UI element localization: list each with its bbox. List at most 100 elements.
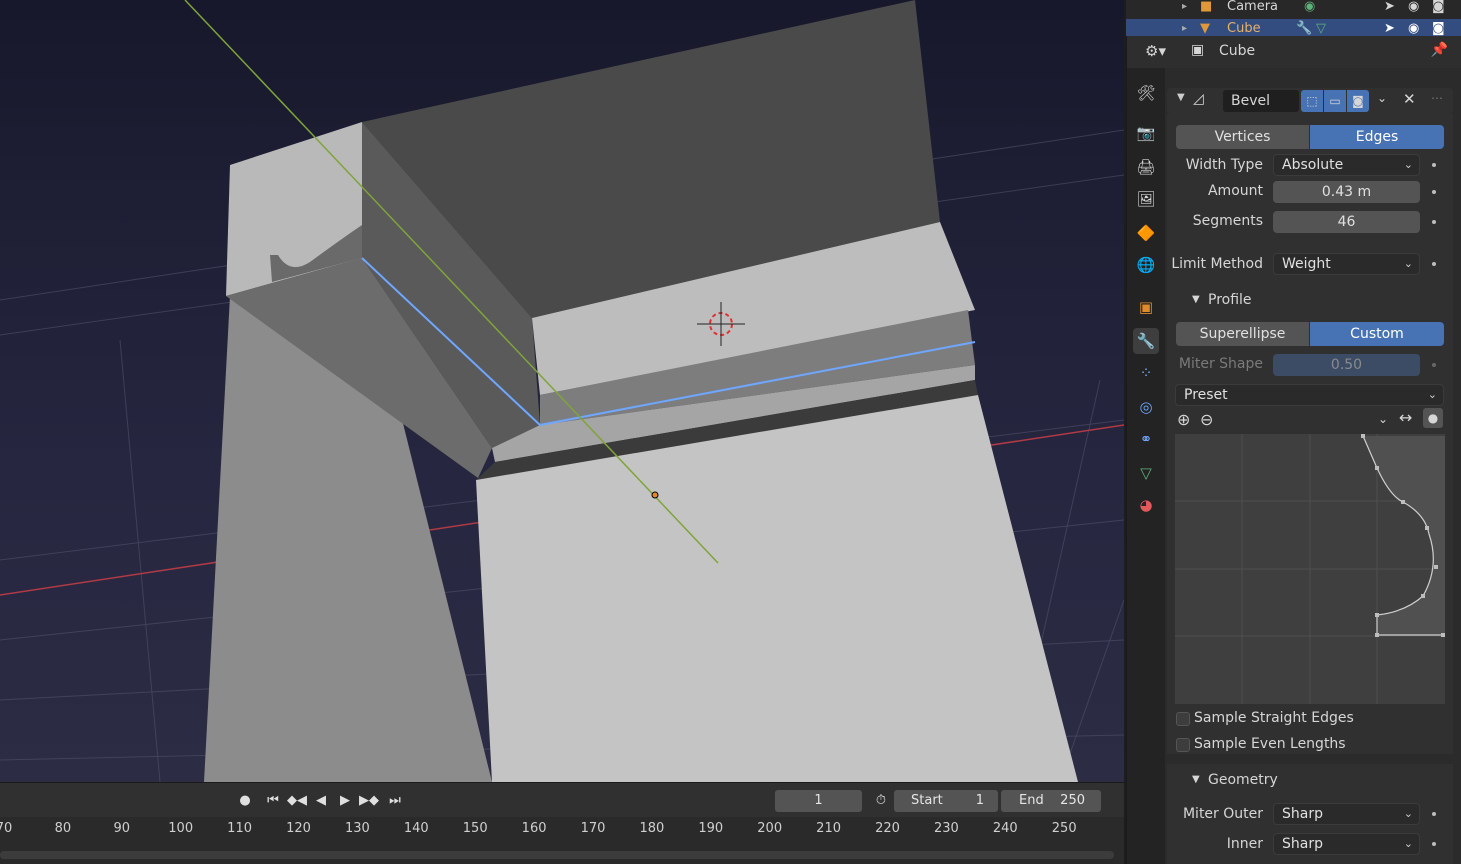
render-tab-icon[interactable]: 📷: [1133, 120, 1159, 146]
prev-keyframe-icon[interactable]: ◆◀: [286, 791, 308, 811]
dropdown-chevron-icon[interactable]: ⌄: [1377, 91, 1387, 105]
preset-dropdown[interactable]: Preset ⌄: [1175, 384, 1444, 406]
ruler-tick-label: 200: [757, 821, 783, 836]
start-label: Start: [911, 793, 943, 808]
amount-label: Amount: [1207, 183, 1263, 199]
properties-header: ⚙▾ ▣ Cube 📌: [1127, 36, 1461, 68]
editor-type-icon[interactable]: ⚙▾: [1145, 42, 1166, 60]
modifier-tab-icon[interactable]: 🔧: [1133, 328, 1159, 354]
width-type-dropdown[interactable]: Absolute ⌄: [1273, 154, 1420, 176]
particles-tab-icon[interactable]: ⁘: [1133, 360, 1159, 386]
profile-header[interactable]: Profile: [1208, 292, 1252, 308]
collapse-arrow-icon[interactable]: ▼: [1192, 294, 1200, 305]
affect-edges-button[interactable]: Edges: [1310, 125, 1444, 149]
chevron-down-icon: ⌄: [1403, 158, 1413, 171]
chevron-down-icon: ⌄: [1403, 807, 1413, 820]
miter-shape-field[interactable]: 0.50: [1273, 354, 1420, 376]
physics-tab-icon[interactable]: ◎: [1133, 394, 1159, 420]
segments-field[interactable]: 46: [1273, 211, 1420, 233]
record-icon[interactable]: ●: [234, 791, 256, 811]
sample-straight-edges-checkbox[interactable]: [1176, 712, 1190, 726]
modifier-name-field[interactable]: Bevel: [1223, 90, 1299, 112]
collapse-arrow-icon[interactable]: ▼: [1177, 92, 1185, 103]
object-name: Cube: [1219, 43, 1256, 59]
current-frame-field[interactable]: 1: [775, 790, 862, 812]
scene-tab-icon[interactable]: 🔶: [1133, 220, 1159, 246]
keyframe-dot[interactable]: [1432, 262, 1436, 266]
geometry-header[interactable]: Geometry: [1208, 772, 1278, 788]
ruler-tick-label: 120: [286, 821, 311, 836]
keyframe-dot[interactable]: [1432, 363, 1436, 367]
chevron-down-icon[interactable]: ⌄: [1378, 412, 1388, 426]
zoom-in-icon[interactable]: ⊕: [1177, 410, 1190, 429]
timeline-editor[interactable]: ● ⏮ ◆◀ ◀ ▶ ▶◆ ⏭ 1 ⏱ Start 1 End 250 70 80…: [0, 782, 1124, 864]
render-toggle-icon[interactable]: ◙: [1347, 90, 1369, 112]
edit-mode-toggle-icon[interactable]: ⬚: [1301, 90, 1323, 112]
ruler-tick-label: 110: [227, 821, 253, 836]
play-reverse-icon[interactable]: ◀: [310, 791, 332, 811]
play-icon[interactable]: ▶: [334, 791, 356, 811]
object-icon: ▣: [1191, 42, 1205, 58]
limit-method-dropdown[interactable]: Weight ⌄: [1273, 253, 1420, 275]
view-layer-tab-icon[interactable]: 🖼: [1133, 186, 1159, 212]
expand-arrow-icon[interactable]: ▸: [1182, 0, 1187, 17]
ruler-tick-label: 230: [933, 821, 959, 836]
amount-field[interactable]: 0.43 m: [1273, 181, 1420, 203]
world-tab-icon[interactable]: 🌐: [1133, 252, 1159, 278]
pin-icon[interactable]: 📌: [1431, 42, 1448, 58]
ruler-tick-label: 170: [580, 821, 606, 836]
object-tab-icon[interactable]: ▣: [1133, 294, 1159, 320]
close-icon[interactable]: ✕: [1403, 90, 1416, 108]
handle-type-icon[interactable]: ●: [1423, 408, 1443, 428]
jump-end-icon[interactable]: ⏭: [384, 791, 406, 811]
properties-editor[interactable]: ⚙▾ ▣ Cube 📌 🛠 📷 🖨 🖼 🔶 🌐 ▣ 🔧 ⁘ ◎ ⚭ ▽ ◕ ▼ …: [1126, 36, 1461, 864]
keyframe-dot[interactable]: [1432, 163, 1436, 167]
modifier-panel: ▼ ◿ Bevel ⬚ ▭ ◙ ⌄ ✕ ⋯ Vertices Edges Wid…: [1167, 68, 1461, 864]
sample-even-lengths-label: Sample Even Lengths: [1194, 736, 1346, 752]
start-frame-field[interactable]: Start 1: [894, 790, 998, 812]
chevron-down-icon: ⌄: [1427, 388, 1437, 401]
3d-viewport[interactable]: [0, 0, 1124, 782]
camera-data-icon: ◉: [1304, 0, 1316, 14]
profile-curve-widget[interactable]: [1175, 434, 1445, 704]
output-tab-icon[interactable]: 🖨: [1133, 154, 1159, 180]
outliner[interactable]: ▸ ■ Camera ◉ ➤ ◉ ◙ ▸ ▼ Cube 🔧 ▽ ➤ ◉ ◙: [1126, 0, 1461, 39]
timeline-scrollbar[interactable]: [0, 851, 1114, 859]
end-frame-field[interactable]: End 250: [1001, 790, 1101, 812]
viewport-scene[interactable]: [0, 0, 1124, 782]
render-camera-icon[interactable]: ◙: [1432, 0, 1445, 17]
collapse-arrow-icon[interactable]: ▼: [1192, 774, 1200, 785]
select-toggle-icon[interactable]: ➤: [1384, 0, 1395, 17]
eye-icon[interactable]: ◉: [1408, 0, 1419, 17]
outliner-row-camera[interactable]: ▸ ■ Camera ◉ ➤ ◉ ◙: [1126, 0, 1461, 17]
timeline-ruler[interactable]: 70 80 90 100 110 120 130 140 150 160 170 180 190 200 2…: [0, 821, 1124, 843]
zoom-out-icon[interactable]: ⊖: [1200, 410, 1213, 429]
limit-method-label: Limit Method: [1171, 256, 1263, 272]
next-keyframe-icon[interactable]: ▶◆: [358, 791, 380, 811]
drag-handle-icon[interactable]: ⋯: [1431, 91, 1443, 105]
mesh-data-tab-icon[interactable]: ▽: [1133, 460, 1159, 486]
inner-dropdown[interactable]: Sharp ⌄: [1273, 833, 1420, 855]
constraints-tab-icon[interactable]: ⚭: [1133, 426, 1159, 452]
miter-outer-dropdown[interactable]: Sharp ⌄: [1273, 803, 1420, 825]
start-value: 1: [975, 793, 984, 808]
keyframe-dot[interactable]: [1432, 842, 1436, 846]
sample-even-lengths-checkbox[interactable]: [1176, 738, 1190, 752]
jump-start-icon[interactable]: ⏮: [262, 791, 284, 811]
profile-superellipse-button[interactable]: Superellipse: [1176, 322, 1309, 346]
chevron-down-icon: ⌄: [1403, 257, 1413, 270]
miter-outer-label: Miter Outer: [1182, 806, 1263, 822]
tool-tab-icon[interactable]: 🛠: [1133, 80, 1159, 106]
width-type-value: Absolute: [1282, 157, 1344, 173]
ruler-tick-label: 150: [462, 821, 488, 836]
keyframe-dot[interactable]: [1432, 812, 1436, 816]
profile-custom-button[interactable]: Custom: [1310, 322, 1444, 346]
stopwatch-icon[interactable]: ⏱: [870, 791, 892, 811]
keyframe-dot[interactable]: [1432, 190, 1436, 194]
flip-icon[interactable]: ↔: [1399, 408, 1412, 427]
material-tab-icon[interactable]: ◕: [1133, 492, 1159, 518]
miter-shape-label: Miter Shape: [1178, 356, 1263, 372]
affect-vertices-button[interactable]: Vertices: [1176, 125, 1309, 149]
viewport-toggle-icon[interactable]: ▭: [1324, 90, 1346, 112]
keyframe-dot[interactable]: [1432, 220, 1436, 224]
